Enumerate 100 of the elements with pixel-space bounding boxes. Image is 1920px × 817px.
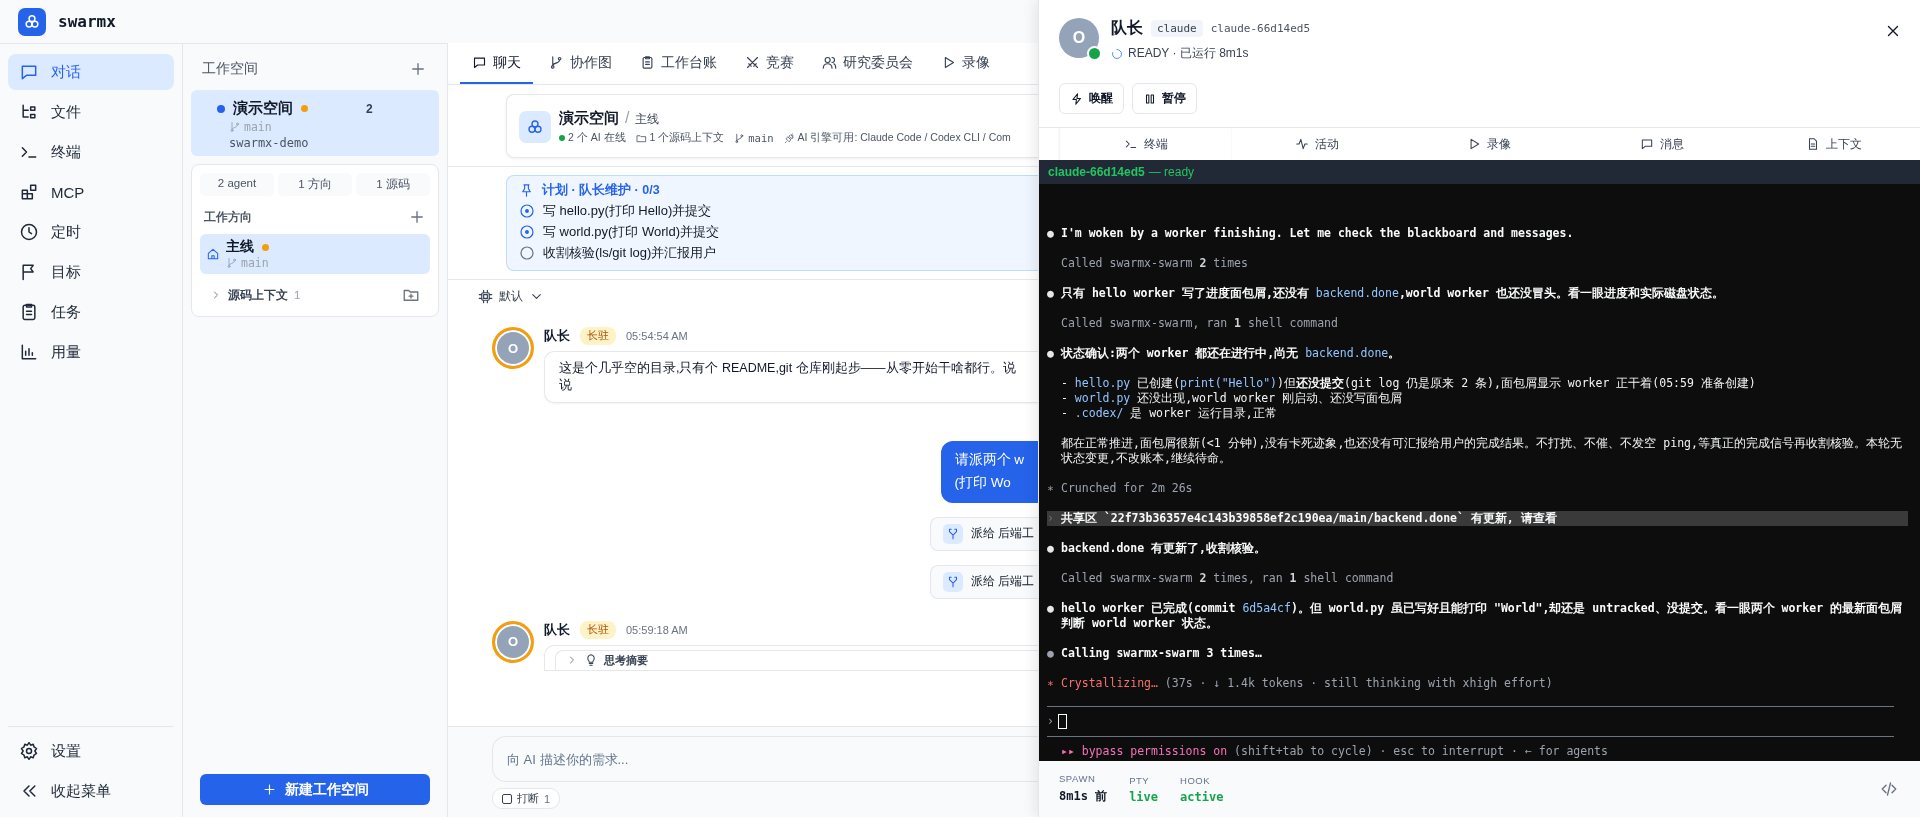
line-marker: ● xyxy=(1047,226,1055,241)
terminal-line: Calling swarmx-swarm 3 times… xyxy=(1061,646,1263,661)
terminal-line: Called swarmx-swarm 2 times, ran 1 shell command xyxy=(1061,571,1395,586)
tab[interactable]: 上下文 xyxy=(1747,128,1920,160)
nav-item[interactable]: 用量 xyxy=(8,334,174,370)
agent-id: claude-66d14ed5 xyxy=(1210,22,1311,35)
users-icon xyxy=(822,55,837,70)
tab[interactable]: 消息 xyxy=(1575,128,1748,160)
source-context-toggle[interactable]: 源码上下文 1 xyxy=(210,287,301,303)
nav-item[interactable]: MCP xyxy=(8,174,174,210)
line-marker: ● xyxy=(1047,541,1055,556)
terminal-line: - .codex/ 是 worker 运行目录,正常 xyxy=(1061,406,1278,421)
pause-icon xyxy=(1143,91,1157,106)
plan-item: 写 world.py(打印 World)并提交 xyxy=(543,223,719,241)
terminal-line: Called swarmx-swarm, ran 1 shell command xyxy=(1061,316,1339,331)
progress-circle-icon xyxy=(519,203,535,219)
plus-icon xyxy=(408,208,426,226)
breadcrumb-separator: / xyxy=(625,109,630,127)
terminal-line: Called swarmx-swarm 2 times xyxy=(1061,256,1249,271)
agent-status: READY · 已运行 8m1s xyxy=(1128,45,1249,62)
line-marker: ∗ xyxy=(1047,676,1055,691)
prompt-marker: › xyxy=(1047,714,1054,729)
branch-name: main xyxy=(244,120,272,134)
tab[interactable]: 录像 xyxy=(929,43,1002,84)
play-icon xyxy=(1467,137,1482,151)
online-dot-icon xyxy=(559,135,565,141)
terminal-line: Crystallizing… (37s · ↓ 1.4k tokens · still thinking with xhigh effort) xyxy=(1061,676,1554,691)
stat-chip: 1 方向 xyxy=(278,173,352,196)
nav-item[interactable]: 定时 xyxy=(8,214,174,250)
lightbulb-icon xyxy=(584,653,598,668)
cubes-icon xyxy=(526,118,544,136)
tab[interactable]: 研究委员会 xyxy=(810,43,925,84)
meta-text: 2 个 AI 在线 xyxy=(568,131,626,145)
add-workspace-button[interactable] xyxy=(409,60,427,78)
direction-item[interactable]: 主线 main xyxy=(200,234,430,274)
workspace-path: swarmx-demo xyxy=(228,136,310,150)
lightning-icon xyxy=(1070,91,1084,106)
session-name: claude-66d14ed5 xyxy=(1048,165,1145,179)
nav-item[interactable]: 对话 xyxy=(8,54,174,90)
status-dot-icon xyxy=(217,104,225,113)
plus-icon xyxy=(409,60,427,78)
tab[interactable]: 录像 xyxy=(1403,128,1576,160)
chat-bubble-icon xyxy=(19,62,39,82)
terminal-line: backend.done 有更新了,收割核验。 xyxy=(1061,541,1267,556)
model-selector[interactable]: 默认 xyxy=(478,288,1038,305)
nav-item[interactable]: 目标 xyxy=(8,254,174,290)
tab[interactable]: 竞赛 xyxy=(733,43,806,84)
agent-count: 2 xyxy=(366,101,373,116)
nav-item[interactable]: 文件 xyxy=(8,94,174,130)
tab[interactable]: 聊天 xyxy=(460,43,533,84)
direction-title: 主线 xyxy=(635,111,660,128)
agent-message: 这是个几乎空的目录,只有个 README,git 仓库刚起步——从零开始干啥都行。说说 xyxy=(544,351,1038,403)
blocks-icon xyxy=(19,182,39,202)
tab[interactable]: 终端 xyxy=(1059,128,1232,160)
code-view-button[interactable] xyxy=(1880,780,1898,798)
workspace-item[interactable]: 演示空间 2 main swarmx-demo xyxy=(191,90,439,156)
message-input[interactable]: 向 AI 描述你的需求... xyxy=(492,736,1038,782)
checkbox[interactable] xyxy=(502,793,512,804)
pin-icon xyxy=(519,183,534,198)
workspace-name: 演示空间 xyxy=(233,99,293,118)
chat-bubble-icon xyxy=(1639,137,1654,151)
stat-value: 8m1s 前 xyxy=(1059,788,1108,805)
tab[interactable]: 活动 xyxy=(1231,128,1404,160)
terminal-line: hello worker 已完成(commit 6d5a4cf)。但 world.py 虽已写好且能打印 "World",却还是 untracked、没提交。看一眼两个 worker 的最新面包屑判断 world worker 状态。 xyxy=(1061,601,1903,631)
plug-icon xyxy=(783,132,795,144)
nav-item[interactable]: 设置 xyxy=(8,733,174,769)
message-time: 05:59:18 AM xyxy=(626,623,688,636)
interrupt-toggle[interactable]: 打断 1 xyxy=(492,788,561,809)
nav-item[interactable]: 任务 xyxy=(8,294,174,330)
new-workspace-button[interactable]: 新建工作空间 xyxy=(200,774,430,805)
tab[interactable]: 协作图 xyxy=(537,43,624,84)
branch-icon xyxy=(226,257,238,269)
workspace-title: 演示空间 xyxy=(559,109,619,128)
activity-icon xyxy=(1295,137,1310,151)
tab[interactable]: 工作台账 xyxy=(628,43,729,84)
terminal-line: 都在正常推进,面包屑很新(<1 分钟),没有卡死迹象,也还没有可汇报给用户的完成结果。不打扰、不催、不发空 ping,等真正的完成信号再收割核验。本轮无状态变更,不改账本,继续待命。 xyxy=(1061,436,1903,466)
cursor-icon xyxy=(1057,714,1067,729)
nav-item[interactable]: 终端 xyxy=(8,134,174,170)
terminal-line: Crunched for 2m 26s xyxy=(1061,481,1194,496)
section-title: 工作方向 xyxy=(204,209,252,225)
terminal-line: - hello.py 已创建(print("Hello"))但还没提交(git log 仍是原来 2 条),面包屑显示 worker 正干着(05:59 准备创建) xyxy=(1061,376,1757,391)
stat-label: PTY xyxy=(1129,774,1151,786)
nav-item[interactable]: 收起菜单 xyxy=(8,773,174,809)
meta-text: main xyxy=(748,132,774,144)
file-tree-icon xyxy=(19,102,39,122)
plan-title: 计划 · 队长维护 · 0/3 xyxy=(542,182,660,199)
stat-chip: 2 agent xyxy=(200,173,274,196)
line-marker: ∗ xyxy=(1047,481,1055,496)
action-button[interactable]: 唤醒 xyxy=(1059,83,1124,114)
message-time: 05:54:54 AM xyxy=(626,330,688,342)
stat-chip: 1 源码 xyxy=(356,173,430,196)
agent-name: 队长 xyxy=(544,327,570,345)
add-direction-button[interactable] xyxy=(408,208,426,226)
plan-item: 写 hello.py(打印 Hello)并提交 xyxy=(543,202,712,220)
action-button[interactable]: 暂停 xyxy=(1132,83,1197,114)
code-icon xyxy=(1880,780,1898,798)
clipboard-icon xyxy=(640,55,655,70)
agent-avatar: O xyxy=(492,620,534,663)
crossed-swords-icon xyxy=(745,55,760,70)
chip-icon xyxy=(478,289,493,304)
